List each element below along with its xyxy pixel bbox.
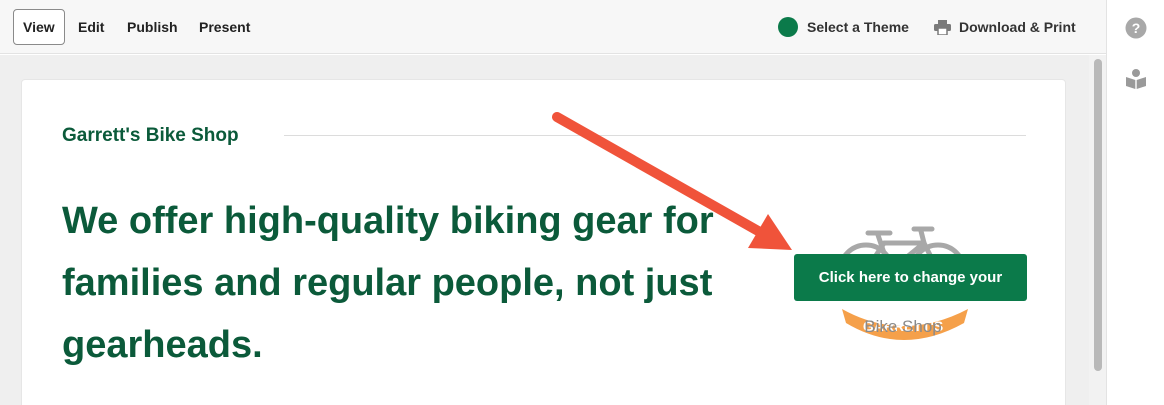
- tab-present[interactable]: Present: [190, 9, 259, 45]
- brand-divider: [284, 135, 1026, 136]
- page-canvas: Garrett's Bike Shop We offer high-qualit…: [0, 55, 1106, 405]
- brand-name: Garrett's Bike Shop: [62, 125, 239, 146]
- vertical-scrollbar[interactable]: [1089, 55, 1106, 405]
- right-rail: ?: [1106, 0, 1164, 405]
- top-toolbar: View Edit Publish Present Select a Theme…: [0, 0, 1106, 54]
- logo-caption: Bike Shop: [864, 317, 942, 336]
- tab-edit[interactable]: Edit: [69, 9, 113, 45]
- page-card: Garrett's Bike Shop We offer high-qualit…: [21, 79, 1066, 405]
- book-icon[interactable]: [1125, 68, 1147, 90]
- select-theme-button[interactable]: Select a Theme: [778, 15, 909, 39]
- printer-icon: [934, 19, 951, 36]
- help-icon[interactable]: ?: [1125, 17, 1147, 39]
- select-theme-label: Select a Theme: [807, 19, 909, 35]
- theme-color-swatch: [778, 17, 798, 37]
- tab-publish[interactable]: Publish: [118, 9, 187, 45]
- app-window: View Edit Publish Present Select a Theme…: [0, 0, 1164, 405]
- download-print-label: Download & Print: [959, 19, 1076, 35]
- svg-text:?: ?: [1132, 20, 1141, 36]
- scrollbar-thumb[interactable]: [1094, 59, 1102, 371]
- tab-view[interactable]: View: [13, 9, 65, 45]
- change-logo-button[interactable]: Click here to change your: [794, 254, 1027, 301]
- headline[interactable]: We offer high-quality biking gear for fa…: [62, 190, 782, 376]
- download-print-button[interactable]: Download & Print: [934, 15, 1076, 39]
